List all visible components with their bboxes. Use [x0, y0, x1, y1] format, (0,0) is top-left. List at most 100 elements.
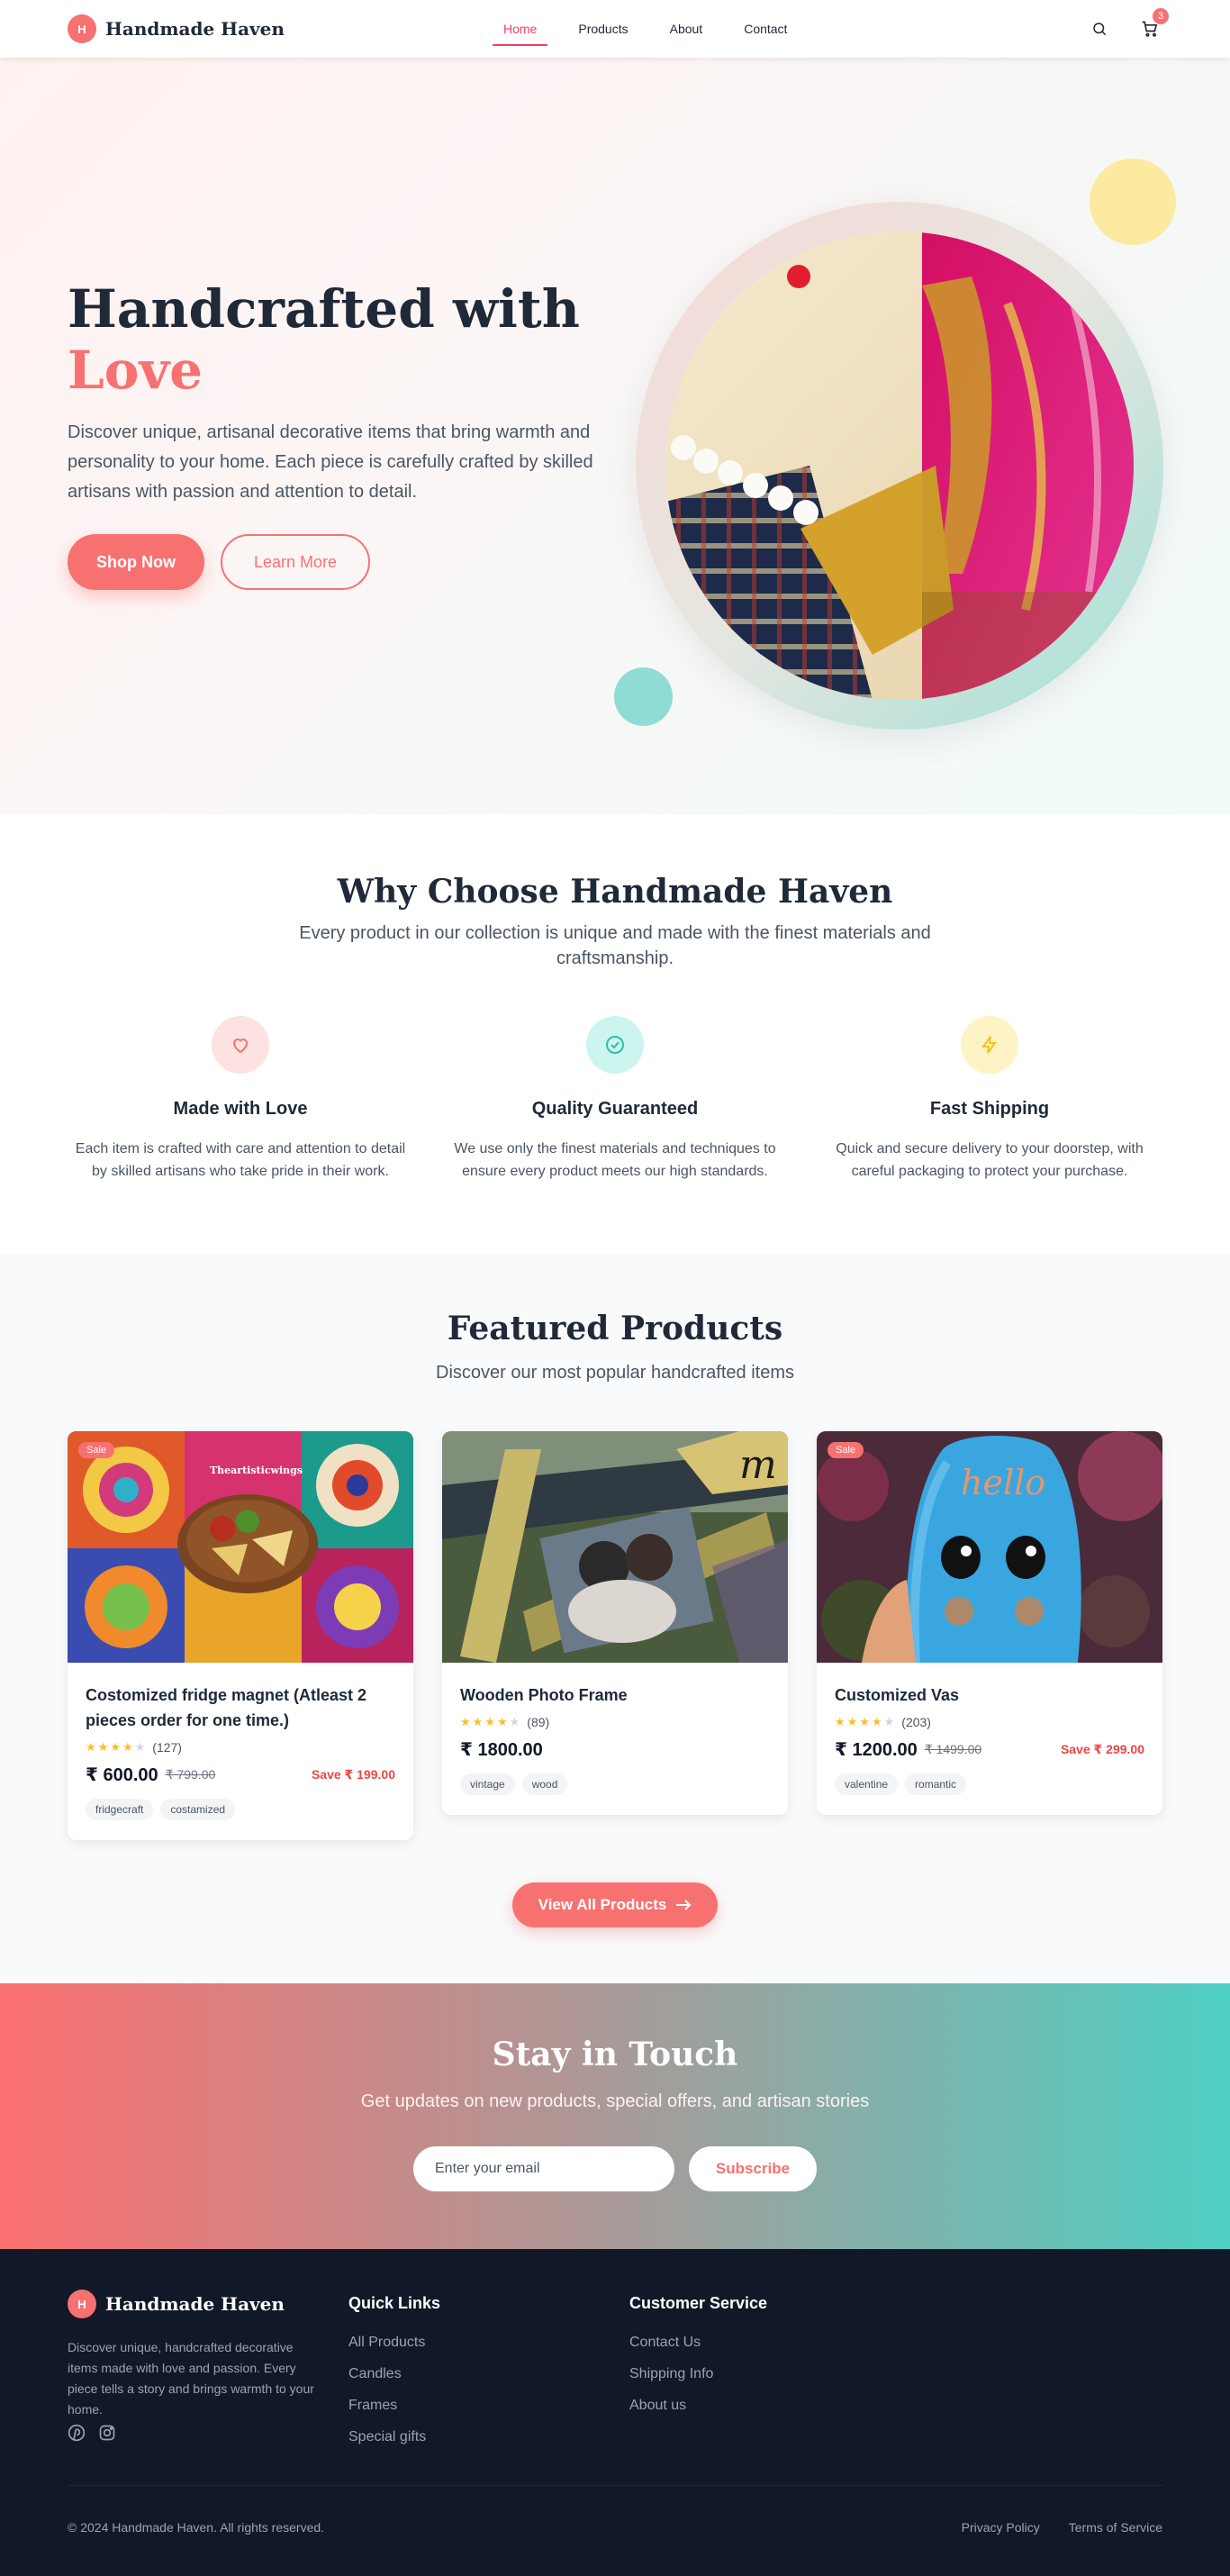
product-old-price: ₹ 1499.00	[924, 1742, 982, 1756]
product-price: ₹ 600.00	[86, 1765, 158, 1785]
product-tags: valentine romantic	[835, 1773, 1144, 1795]
quick-links-title: Quick Links	[348, 2294, 441, 2312]
svg-text:m: m	[739, 1442, 777, 1488]
lightning-icon	[961, 1016, 1018, 1074]
footer-link-all-products[interactable]: All Products	[348, 2335, 440, 2351]
cart-icon[interactable]: 3	[1140, 8, 1169, 39]
feature-title: Made with Love	[173, 1099, 308, 1119]
newsletter-title: Stay in Touch	[492, 2036, 738, 2073]
product-price: ₹ 1200.00	[835, 1740, 918, 1760]
footer-link-contact-us[interactable]: Contact Us	[629, 2335, 767, 2351]
newsletter-subtitle: Get updates on new products, special off…	[360, 2091, 870, 2111]
review-count: (203)	[901, 1715, 931, 1729]
nav-link-home[interactable]: Home	[493, 0, 548, 58]
price-row: ₹ 600.00 ₹ 799.00 Save ₹ 199.00	[86, 1764, 395, 1786]
product-tag[interactable]: wood	[521, 1773, 568, 1795]
footer-divider	[68, 2485, 1162, 2486]
nav-link-about[interactable]: About	[659, 0, 714, 58]
hero-section: Handcrafted with Love Discover unique, a…	[0, 58, 1230, 814]
why-choose-section: Why Choose Handmade Haven Every product …	[0, 814, 1230, 1254]
product-name[interactable]: Wooden Photo Frame	[460, 1683, 770, 1708]
image-watermark: Theartisticwings	[210, 1465, 303, 1476]
customer-service-column: Customer Service Contact Us Shipping Inf…	[629, 2294, 767, 2429]
email-input[interactable]	[413, 2146, 674, 2191]
footer-link-special-gifts[interactable]: Special gifts	[348, 2429, 440, 2445]
products-title: Featured Products	[447, 1310, 783, 1347]
product-image[interactable]: Sale Theartisticwings	[68, 1431, 413, 1663]
product-tag[interactable]: romantic	[905, 1773, 967, 1795]
brand-name: Handmade Haven	[105, 18, 285, 40]
shop-now-button[interactable]: Shop Now	[68, 534, 204, 590]
product-tags: fridgecraft costamized	[86, 1799, 395, 1820]
feature-description: Each item is crafted with care and atten…	[75, 1141, 406, 1179]
review-count: (127)	[152, 1740, 182, 1755]
price-row: ₹ 1200.00 ₹ 1499.00 Save ₹ 299.00	[835, 1738, 1144, 1761]
brand-logo[interactable]: H Handmade Haven	[68, 14, 285, 43]
pinterest-icon[interactable]	[68, 2424, 86, 2446]
site-footer: H Handmade Haven Discover unique, handcr…	[0, 2249, 1230, 2576]
terms-of-service-link[interactable]: Terms of Service	[1069, 2520, 1162, 2535]
footer-link-candles[interactable]: Candles	[348, 2366, 440, 2382]
product-card[interactable]: Sale Theartisticwings Costomized fridge …	[68, 1431, 413, 1840]
footer-link-frames[interactable]: Frames	[348, 2398, 440, 2414]
star-rating-icon: ★★★★★	[86, 1740, 148, 1754]
product-old-price: ₹ 799.00	[165, 1767, 216, 1782]
product-info: Costomized fridge magnet (Atleast 2 piec…	[68, 1663, 413, 1840]
sale-badge: Sale	[828, 1442, 864, 1458]
feature-description: We use only the finest materials and tec…	[454, 1141, 776, 1179]
product-tag[interactable]: valentine	[835, 1773, 899, 1795]
feature-fast-shipping: Fast Shipping Quick and secure delivery …	[818, 1016, 1161, 1183]
hero-title: Handcrafted with Love	[68, 278, 580, 401]
product-image[interactable]: hello Sale	[817, 1431, 1162, 1663]
check-circle-icon	[586, 1016, 644, 1074]
price-row: ₹ 1800.00	[460, 1738, 770, 1761]
nav-link-contact[interactable]: Contact	[733, 0, 798, 58]
hero-description: Discover unique, artisanal decorative it…	[68, 422, 593, 502]
heart-icon	[212, 1016, 269, 1074]
footer-link-about-us[interactable]: About us	[629, 2398, 767, 2414]
hero-title-accent: Love	[68, 340, 203, 401]
products-subtitle: Discover our most popular handcrafted it…	[436, 1363, 794, 1383]
product-card[interactable]: hello Sale Customized Vas ★★★★★ (203) ₹ …	[817, 1431, 1162, 1815]
logo-badge: H	[68, 14, 96, 43]
hero-image	[665, 231, 1134, 700]
search-icon[interactable]	[1090, 19, 1109, 39]
copyright-text: © 2024 Handmade Haven. All rights reserv…	[68, 2520, 325, 2535]
product-tag[interactable]: costamized	[160, 1799, 236, 1820]
star-rating-icon: ★★★★★	[835, 1715, 897, 1728]
why-title: Why Choose Handmade Haven	[337, 873, 893, 911]
product-name[interactable]: Costomized fridge magnet (Atleast 2 piec…	[86, 1683, 395, 1733]
product-price: ₹ 1800.00	[460, 1740, 543, 1760]
footer-link-shipping-info[interactable]: Shipping Info	[629, 2366, 767, 2382]
main-nav: Home Products About Contact	[493, 0, 818, 58]
product-savings: Save ₹ 299.00	[1060, 1742, 1144, 1756]
svg-text:hello: hello	[961, 1463, 1045, 1502]
nav-actions: 3	[1090, 0, 1169, 58]
social-links	[68, 2424, 116, 2446]
footer-logo[interactable]: H Handmade Haven	[68, 2290, 285, 2318]
instagram-icon[interactable]	[98, 2424, 116, 2446]
legal-links: Privacy Policy Terms of Service	[962, 2520, 1162, 2535]
product-tag[interactable]: vintage	[460, 1773, 515, 1795]
star-rating-icon: ★★★★★	[460, 1715, 522, 1728]
view-all-products-button[interactable]: View All Products	[512, 1882, 718, 1927]
product-tag[interactable]: fridgecraft	[86, 1799, 154, 1820]
product-info: Customized Vas ★★★★★ (203) ₹ 1200.00 ₹ 1…	[817, 1663, 1162, 1815]
featured-products-section: Featured Products Discover our most popu…	[0, 1254, 1230, 1983]
learn-more-button[interactable]: Learn More	[221, 534, 370, 590]
product-image[interactable]: m	[442, 1431, 788, 1663]
sale-badge: Sale	[78, 1442, 115, 1458]
product-card[interactable]: m Wooden Photo Frame ★★★★★ (89) ₹ 1800.0…	[442, 1431, 788, 1815]
top-navbar: H Handmade Haven Home Products About Con…	[0, 0, 1230, 58]
privacy-policy-link[interactable]: Privacy Policy	[962, 2520, 1040, 2535]
feature-description: Quick and secure delivery to your doorst…	[836, 1141, 1144, 1179]
product-rating: ★★★★★ (89)	[460, 1715, 770, 1729]
brand-name: Handmade Haven	[105, 2293, 285, 2315]
hero-title-line1: Handcrafted with	[68, 278, 580, 340]
subscribe-button[interactable]: Subscribe	[689, 2146, 817, 2191]
logo-badge: H	[68, 2290, 96, 2318]
product-savings: Save ₹ 199.00	[311, 1767, 395, 1782]
nav-link-products[interactable]: Products	[567, 0, 638, 58]
product-rating: ★★★★★ (203)	[835, 1715, 1144, 1729]
product-name[interactable]: Customized Vas	[835, 1683, 1144, 1708]
